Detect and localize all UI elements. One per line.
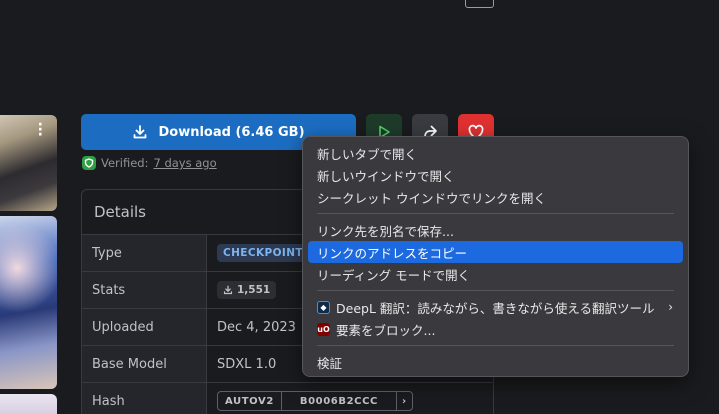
row-key: Type bbox=[82, 235, 207, 271]
menu-item-label: 要素をブロック... bbox=[336, 322, 436, 338]
row-key: Hash bbox=[82, 383, 207, 414]
menu-divider bbox=[317, 213, 674, 214]
menu-item-deepl[interactable]: ◆ DeepL 翻訳：読みながら、書きながら使える翻訳ツール › bbox=[308, 296, 683, 318]
hash-value[interactable]: B0006B2CCC bbox=[282, 392, 397, 410]
more-dots-icon[interactable]: · · · bbox=[38, 118, 43, 142]
menu-item-open-incognito[interactable]: シークレット ウインドウでリンクを開く bbox=[308, 186, 683, 208]
menu-item-reading-mode[interactable]: リーディング モードで開く bbox=[308, 263, 683, 285]
row-key: Stats bbox=[82, 272, 207, 308]
thumbnail-image[interactable]: · · · bbox=[0, 115, 57, 211]
row-key: Uploaded bbox=[82, 309, 207, 345]
image-thumbnail-strip: · · · bbox=[0, 115, 57, 414]
ublock-icon: uO bbox=[317, 322, 330, 336]
menu-item-label: DeepL 翻訳：読みながら、書きながら使える翻訳ツール bbox=[336, 300, 655, 316]
thumbnail-image[interactable] bbox=[0, 394, 57, 414]
download-icon bbox=[223, 285, 233, 295]
table-row: Hash AUTOV2 B0006B2CCC › bbox=[82, 383, 493, 414]
download-count: 1,551 bbox=[237, 284, 271, 296]
deepl-icon: ◆ bbox=[317, 300, 330, 314]
menu-item-copy-link-address[interactable]: リンクのアドレスをコピー bbox=[308, 241, 683, 263]
chevron-right-icon: › bbox=[668, 300, 673, 314]
thumbnail-image[interactable] bbox=[0, 216, 57, 389]
download-label: Download (6.46 GB) bbox=[158, 124, 305, 140]
menu-item-save-link-as[interactable]: リンク先を別名で保存... bbox=[308, 219, 683, 241]
row-key: Base Model bbox=[82, 346, 207, 382]
menu-item-inspect[interactable]: 検証 bbox=[308, 351, 683, 373]
menu-item-open-new-window[interactable]: 新しいウインドウで開く bbox=[308, 164, 683, 186]
verified-prefix: Verified: bbox=[101, 156, 149, 170]
hash-selector[interactable]: AUTOV2 B0006B2CCC › bbox=[217, 391, 413, 411]
download-icon bbox=[134, 125, 147, 139]
context-menu: 新しいタブで開く 新しいウインドウで開く シークレット ウインドウでリンクを開く… bbox=[302, 136, 689, 377]
menu-divider bbox=[317, 345, 674, 346]
verified-status: Verified: 7 days ago bbox=[82, 156, 217, 170]
top-partial-button[interactable] bbox=[465, 0, 494, 8]
menu-item-open-new-tab[interactable]: 新しいタブで開く bbox=[308, 142, 683, 164]
chevron-right-icon[interactable]: › bbox=[397, 392, 412, 410]
type-badge[interactable]: CHECKPOINT bbox=[217, 244, 309, 262]
menu-item-block-element[interactable]: uO 要素をブロック... bbox=[308, 318, 683, 340]
verified-ago-link[interactable]: 7 days ago bbox=[153, 156, 216, 170]
menu-divider bbox=[317, 290, 674, 291]
hash-type[interactable]: AUTOV2 bbox=[218, 392, 282, 410]
download-stat-badge: 1,551 bbox=[217, 281, 277, 299]
shield-check-icon bbox=[82, 156, 96, 170]
